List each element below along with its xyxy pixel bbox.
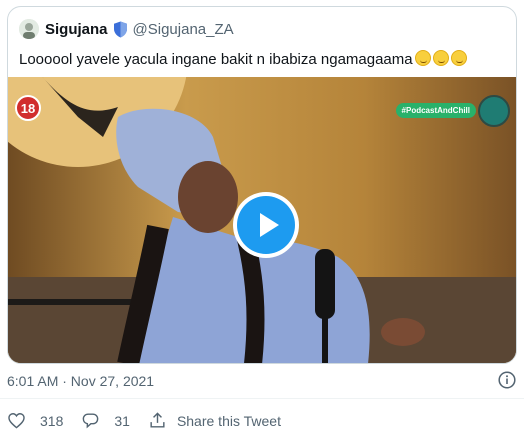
quoted-tweet-card[interactable]: Sigujana @Sigujana_ZA Loooool yavele yac… xyxy=(7,6,517,364)
avatar[interactable] xyxy=(19,19,39,39)
display-name[interactable]: Sigujana xyxy=(45,21,108,38)
tweet-actions: 318 31 Share this Tweet xyxy=(7,411,299,430)
channel-logo xyxy=(478,95,510,127)
share-label: Share this Tweet xyxy=(176,412,281,429)
share-icon xyxy=(150,412,165,428)
user-handle[interactable]: @Sigujana_ZA xyxy=(133,21,234,38)
play-button[interactable] xyxy=(233,192,299,258)
quoted-tweet-text: Loooool yavele yacula ingane bakit n iba… xyxy=(19,51,413,68)
heart-icon xyxy=(8,413,25,429)
info-icon[interactable] xyxy=(498,371,516,389)
play-icon[interactable] xyxy=(237,196,295,254)
video-player[interactable]: 18 #PodcastAndChill xyxy=(8,77,516,363)
share-button[interactable]: Share this Tweet xyxy=(148,411,281,430)
divider xyxy=(0,398,524,399)
age-rating-badge: 18 xyxy=(15,95,41,121)
shield-icon xyxy=(113,21,128,38)
reply-button[interactable]: 31 xyxy=(81,411,130,430)
smiling-face-icon xyxy=(432,50,449,66)
smiling-face-icon xyxy=(450,50,467,66)
show-tag-label: #PodcastAndChill xyxy=(395,103,476,118)
tweet-timestamp[interactable]: 6:01 AM · Nov 27, 2021 xyxy=(7,373,154,389)
smiling-face-icon xyxy=(414,50,431,66)
reply-icon xyxy=(83,413,99,429)
like-count: 318 xyxy=(40,412,64,429)
reply-count: 31 xyxy=(114,412,130,429)
like-button[interactable]: 318 xyxy=(7,411,63,430)
quoted-tweet-header: Sigujana @Sigujana_ZA xyxy=(19,18,234,40)
quoted-tweet-text-row: Loooool yavele yacula ingane bakit n iba… xyxy=(19,50,467,68)
